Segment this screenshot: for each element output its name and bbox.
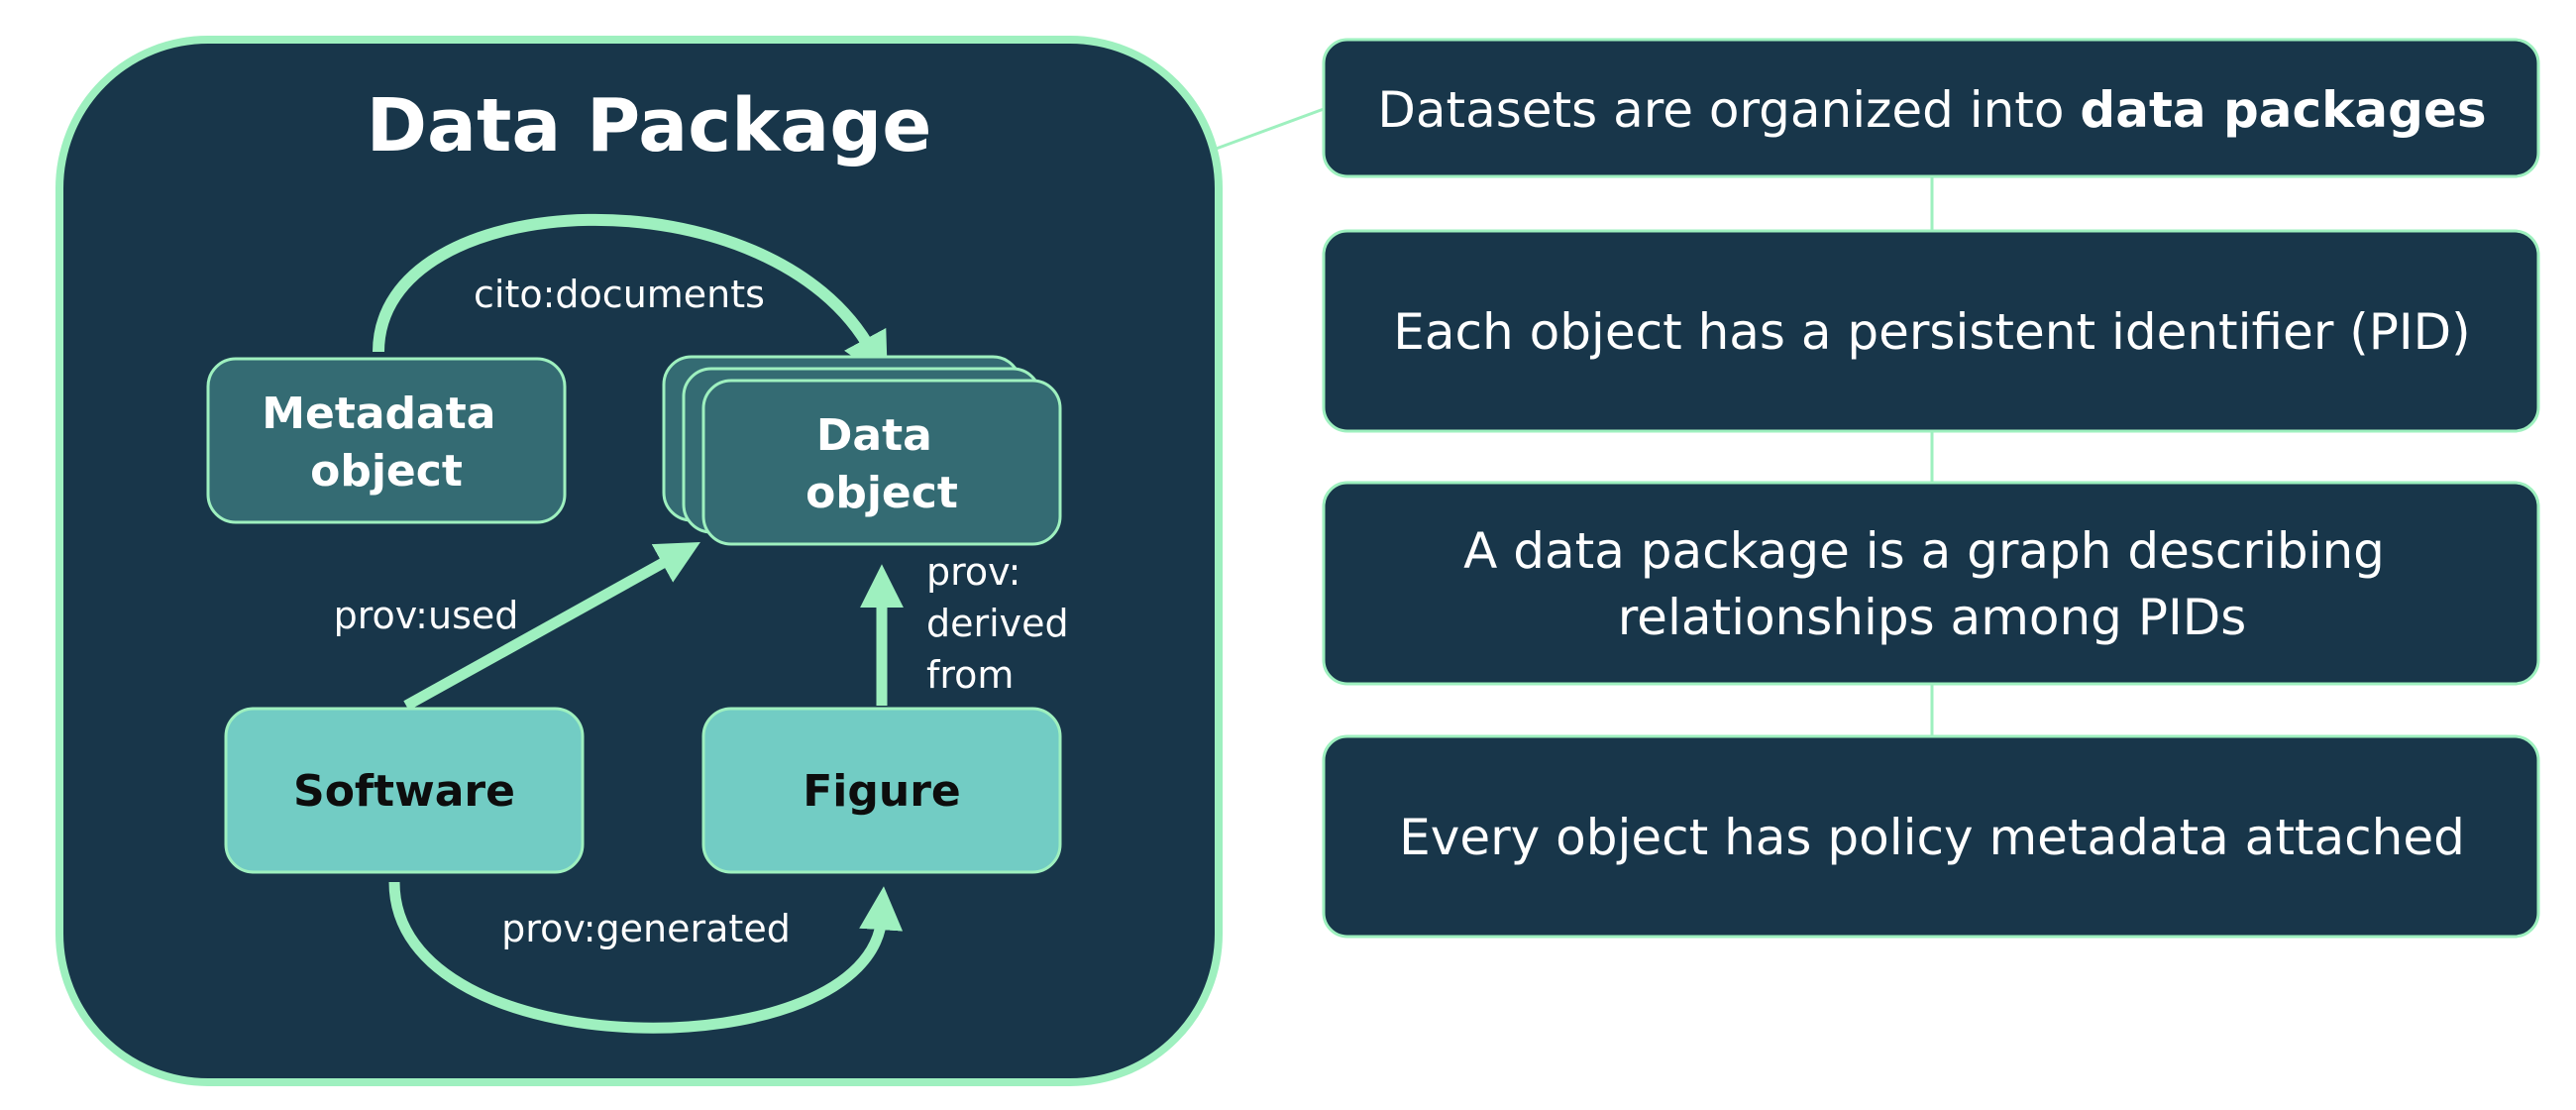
metadata-object-line-1: Metadata xyxy=(262,388,495,439)
info-panel-4-text: Every object has policy metadata attache… xyxy=(1399,809,2465,866)
node-data-object-stack[interactable]: Data object xyxy=(662,355,1062,546)
connector-package-to-panel xyxy=(1210,107,1325,153)
info-panel-2: Each object has a persistent identifier … xyxy=(1322,229,2540,433)
info-panel-1: Datasets are organized into data package… xyxy=(1322,38,2540,178)
edge-label-derived-line-3: from xyxy=(926,653,1014,697)
info-panel-4: Every object has policy metadata attache… xyxy=(1322,734,2540,939)
edge-label-prov-generated: prov:generated xyxy=(501,907,791,950)
data-object-line-2: object xyxy=(805,468,958,518)
data-object-stack-front xyxy=(701,379,1062,546)
edge-label-prov-used: prov:used xyxy=(334,594,519,637)
metadata-object-line-2: object xyxy=(310,446,463,497)
node-metadata-object[interactable]: Metadata object xyxy=(206,357,567,524)
edge-label-derived-line-1: prov: xyxy=(926,550,1020,594)
info-panel-3-line-2: relationships among PIDs xyxy=(1618,589,2247,646)
info-panel-3: A data package is a graph describing rel… xyxy=(1322,481,2540,686)
svg-text:Datasets are organized into da: Datasets are organized into data package… xyxy=(1377,81,2486,139)
info-panel-1-strong-text: data packages xyxy=(2080,81,2486,139)
data-package-diagram: Data Package cito:documents prov:used pr… xyxy=(55,36,2540,1086)
node-software[interactable]: Software xyxy=(224,707,585,874)
edge-label-cito-documents: cito:documents xyxy=(474,273,765,316)
info-panel-1-text: Datasets are organized into xyxy=(1377,81,2080,139)
edge-label-derived-line-2: derived xyxy=(926,602,1069,645)
package-title: Data Package xyxy=(367,83,932,168)
figure-label: Figure xyxy=(803,766,961,817)
software-label: Software xyxy=(293,766,515,817)
data-object-line-1: Data xyxy=(816,410,932,461)
node-figure[interactable]: Figure xyxy=(701,707,1062,874)
info-panel-3-line-1: A data package is a graph describing xyxy=(1463,522,2385,580)
info-panel-2-text: Each object has a persistent identifier … xyxy=(1393,303,2470,361)
